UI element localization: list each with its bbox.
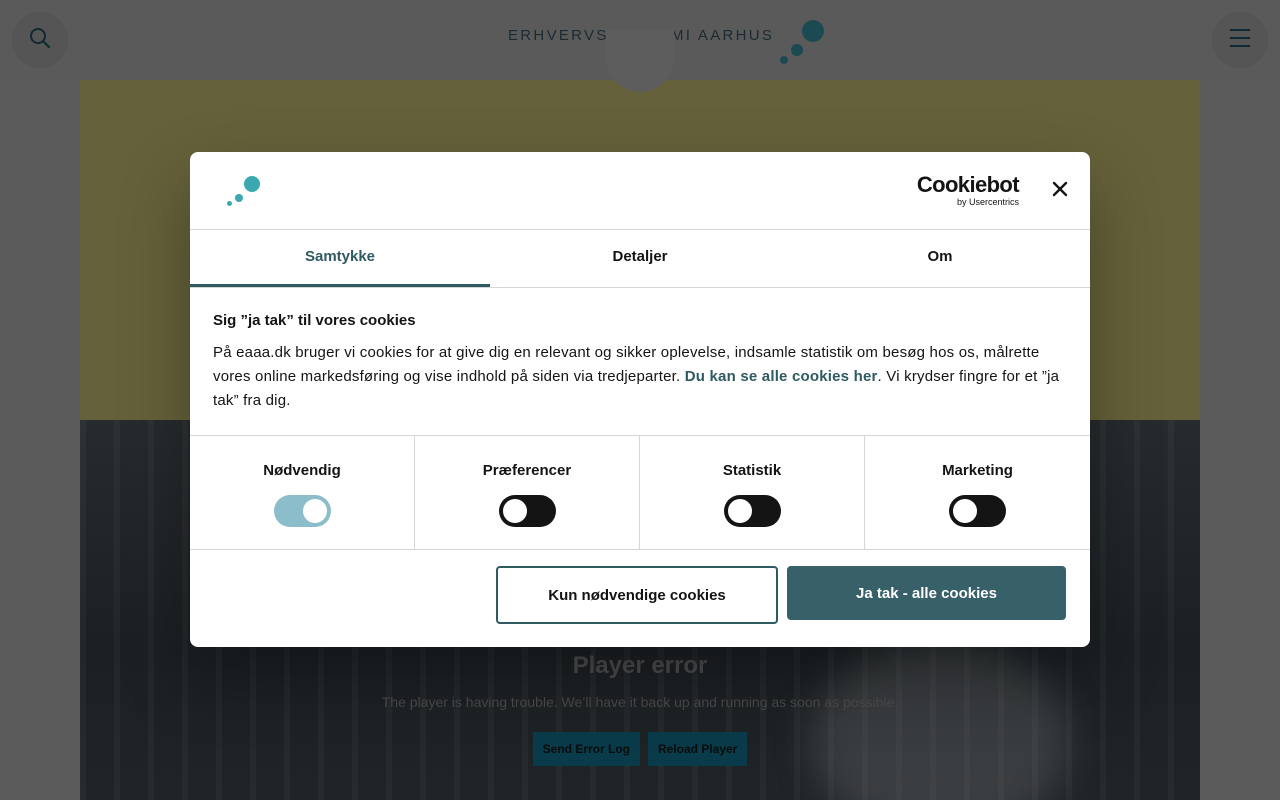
player-error-title: Player error (572, 652, 708, 679)
necessary-toggle[interactable] (273, 495, 331, 527)
category-label: Præferencer (482, 462, 572, 479)
category-label: Nødvendig (263, 462, 341, 479)
brand-dots-icon (226, 176, 262, 208)
tab-om[interactable]: Om (790, 230, 1090, 287)
player-error: Player error The player is having troubl… (80, 652, 1200, 766)
toggle-knob (502, 499, 527, 523)
hamburger-menu-icon (1229, 28, 1251, 53)
statistics-toggle[interactable] (723, 495, 781, 527)
dialog-tabs: Samtykke Detaljer Om (190, 230, 1090, 288)
see-all-cookies-link[interactable]: Du kan se alle cookies her (685, 368, 878, 385)
search-button[interactable] (12, 12, 68, 68)
dialog-body: Sig ”ja tak” til vores cookies På eaaa.d… (190, 288, 1090, 436)
category-statistics: Statistik (640, 436, 865, 549)
cookie-consent-dialog: Cookiebot by Usercentrics Samtykke Detal… (190, 152, 1090, 647)
toggle-knob (953, 499, 977, 523)
category-marketing: Marketing (865, 436, 1090, 549)
consent-heading: Sig ”ja tak” til vores cookies (213, 312, 416, 329)
accept-all-button[interactable]: Ja tak - alle cookies (787, 566, 1066, 620)
tab-samtykke[interactable]: Samtykke (190, 230, 490, 287)
category-preferences: Præferencer (415, 436, 640, 549)
menu-button[interactable] (1212, 12, 1268, 68)
category-necessary: Nødvendig (190, 436, 415, 549)
player-error-message: The player is having trouble. We’ll have… (381, 694, 899, 710)
cookiebot-name: Cookiebot (916, 172, 1020, 197)
cookiebot-sub: by Usercentrics (956, 197, 1019, 207)
category-label: Statistik (722, 462, 782, 479)
necessary-only-button[interactable]: Kun nødvendige cookies (496, 566, 778, 624)
tab-detaljer[interactable]: Detaljer (490, 230, 790, 287)
reload-player-button[interactable]: Reload Player (647, 732, 748, 766)
search-icon (29, 27, 51, 54)
category-label: Marketing (942, 462, 1013, 479)
consent-categories: Nødvendig Præferencer Statistik Marketin… (190, 436, 1090, 550)
consent-text: På eaaa.dk bruger vi cookies for at give… (213, 341, 1068, 413)
send-error-log-button[interactable]: Send Error Log (532, 732, 640, 766)
close-button[interactable] (1048, 179, 1072, 203)
cookiebot-logo[interactable]: Cookiebot by Usercentrics (915, 172, 1020, 208)
toggle-knob (302, 499, 327, 523)
logo-dots-icon (776, 18, 825, 66)
preferences-toggle[interactable] (498, 495, 556, 527)
dialog-header: Cookiebot by Usercentrics (190, 152, 1090, 230)
close-icon (1052, 181, 1068, 202)
marketing-toggle[interactable] (949, 495, 1006, 527)
toggle-knob (727, 499, 752, 523)
dialog-actions: Kun nødvendige cookies Ja tak - alle coo… (190, 550, 1090, 646)
